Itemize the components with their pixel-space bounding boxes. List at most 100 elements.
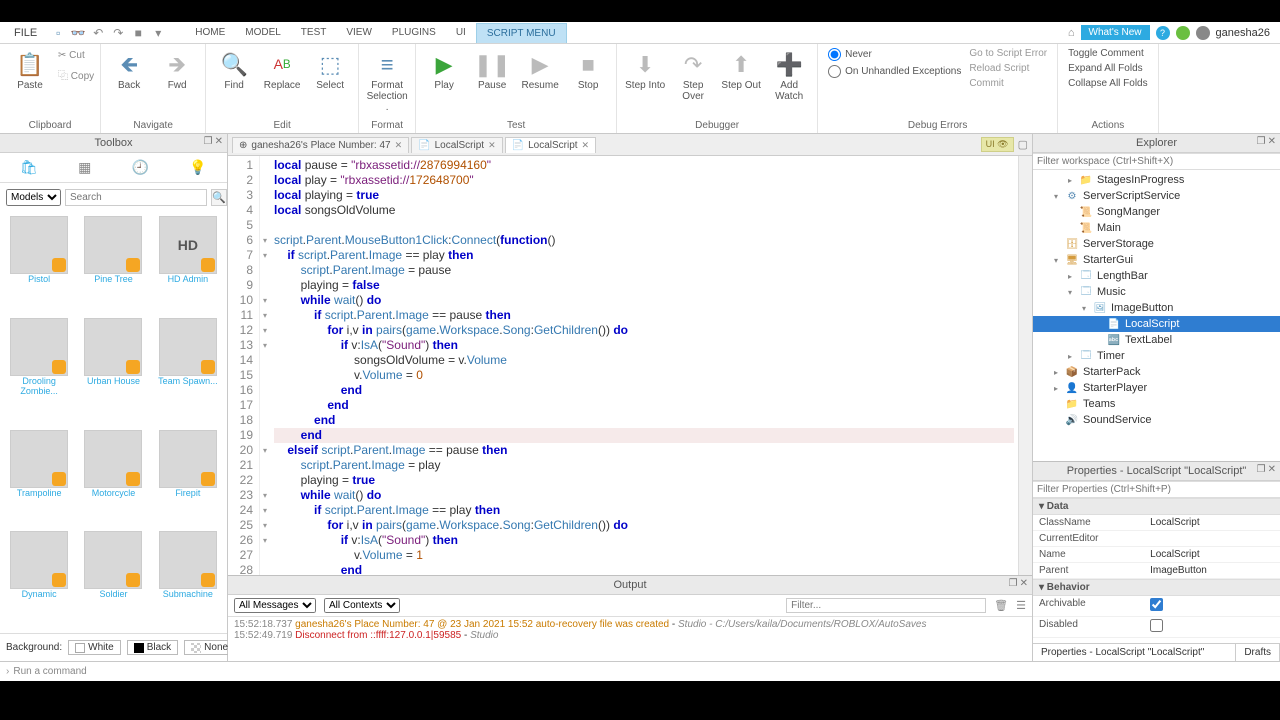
notifications-icon[interactable]	[1196, 26, 1210, 40]
toolbox-search-input[interactable]	[65, 189, 207, 206]
tree-node[interactable]: ▸🗔LengthBar	[1033, 268, 1280, 284]
cut-button[interactable]: ✂ Cut	[58, 50, 94, 61]
tab-ui[interactable]: UI	[446, 23, 476, 43]
stop-button[interactable]: ■Stop	[566, 46, 610, 91]
toolbox-item[interactable]: Trampoline	[4, 430, 74, 528]
toolbox-item[interactable]: Dynamic	[4, 531, 74, 629]
qat-save-icon[interactable]: ■	[131, 26, 145, 40]
add-watch-button[interactable]: ➕Add Watch	[767, 46, 811, 102]
tree-node[interactable]: ▾🖥StarterGui	[1033, 252, 1280, 268]
tree-node[interactable]: 📄LocalScript	[1033, 316, 1280, 332]
goto-error-link[interactable]: Go to Script Error	[969, 48, 1047, 59]
bg-black-button[interactable]: Black	[127, 640, 178, 655]
editor-scrollbar[interactable]	[1018, 156, 1032, 575]
output-settings-icon[interactable]: ☰	[1016, 599, 1026, 612]
close-icon[interactable]: ✕	[395, 140, 403, 151]
qat-new-icon[interactable]: ▫	[51, 26, 65, 40]
expand-folds-link[interactable]: Expand All Folds	[1068, 63, 1147, 74]
toolbox-item[interactable]: Motorcycle	[78, 430, 148, 528]
resume-button[interactable]: ▶Resume	[518, 46, 562, 91]
commit-link[interactable]: Commit	[969, 78, 1047, 89]
tab-home[interactable]: HOME	[185, 23, 235, 43]
tab-test[interactable]: TEST	[291, 23, 337, 43]
code-editor[interactable]: 1234567891011121314151617181920212223242…	[228, 156, 1032, 575]
step-out-button[interactable]: ⬆Step Out	[719, 46, 763, 91]
toolbox-item[interactable]: Team Spawn...	[153, 318, 223, 426]
tab-script-menu[interactable]: SCRIPT MENU	[476, 23, 567, 43]
fwd-button[interactable]: 🡺Fwd	[155, 46, 199, 91]
toolbox-tab-creations-icon[interactable]: 💡	[189, 159, 206, 176]
help-icon[interactable]: ?	[1156, 26, 1170, 40]
document-tab[interactable]: 📄LocalScript✕	[505, 137, 596, 153]
step-over-button[interactable]: ↷Step Over	[671, 46, 715, 102]
toolbox-item[interactable]: Soldier	[78, 531, 148, 629]
property-row[interactable]: Disabled	[1033, 617, 1280, 638]
output-undock-icon[interactable]: ❐	[1009, 578, 1018, 589]
output-clear-icon[interactable]: 🗑	[994, 599, 1008, 612]
tree-node[interactable]: 📜SongManger	[1033, 204, 1280, 220]
sync-icon[interactable]	[1176, 26, 1190, 40]
output-context-select[interactable]: All Contexts	[324, 598, 400, 613]
explorer-undock-icon[interactable]: ❐	[1257, 136, 1266, 147]
tab-overflow-icon[interactable]: ▢	[1018, 138, 1028, 151]
paste-button[interactable]: 📋Paste	[6, 46, 54, 91]
close-icon[interactable]: ✕	[582, 140, 590, 151]
output-filter-input[interactable]	[786, 598, 986, 613]
property-row[interactable]: ParentImageButton	[1033, 563, 1280, 579]
toolbox-item[interactable]: Drooling Zombie...	[4, 318, 74, 426]
close-icon[interactable]: ✕	[488, 140, 496, 151]
qat-more-icon[interactable]: ▾	[151, 26, 165, 40]
properties-filter-input[interactable]	[1033, 481, 1280, 498]
property-row[interactable]: NameLocalScript	[1033, 547, 1280, 563]
whats-new-button[interactable]: What's New	[1081, 25, 1150, 40]
toolbox-undock-icon[interactable]: ❐	[204, 136, 213, 147]
qat-undo-icon[interactable]: ↶	[91, 26, 105, 40]
props-close-icon[interactable]: ✕	[1268, 464, 1276, 475]
format-selection-button[interactable]: ≡Format Selection .	[365, 46, 409, 113]
toggle-comment-link[interactable]: Toggle Comment	[1068, 48, 1147, 59]
toolbox-item[interactable]: Pine Tree	[78, 216, 148, 314]
never-radio[interactable]: Never	[828, 48, 961, 61]
props-undock-icon[interactable]: ❐	[1257, 464, 1266, 475]
find-button[interactable]: 🔍Find	[212, 46, 256, 91]
property-row[interactable]: Archivable	[1033, 596, 1280, 617]
toolbox-item[interactable]: HDHD Admin	[153, 216, 223, 314]
file-menu[interactable]: FILE	[4, 24, 47, 42]
tree-node[interactable]: ▸👤StarterPlayer	[1033, 380, 1280, 396]
tree-node[interactable]: 📜Main	[1033, 220, 1280, 236]
props-tab-drafts[interactable]: Drafts	[1236, 644, 1280, 661]
document-tab[interactable]: ⊕ganesha26's Place Number: 47✕	[232, 137, 409, 153]
unhandled-radio[interactable]: On Unhandled Exceptions	[828, 65, 961, 78]
property-row[interactable]: CurrentEditor	[1033, 531, 1280, 547]
tab-model[interactable]: MODEL	[235, 23, 291, 43]
toolbox-item[interactable]: Firepit	[153, 430, 223, 528]
tree-node[interactable]: ▸📁StagesInProgress	[1033, 172, 1280, 188]
tab-plugins[interactable]: PLUGINS	[382, 23, 446, 43]
toolbox-tab-inventory-icon[interactable]: ▦	[78, 159, 91, 176]
reload-script-link[interactable]: Reload Script	[969, 63, 1047, 74]
user-label[interactable]: ganesha26	[1216, 27, 1270, 39]
tree-node[interactable]: 🗄ServerStorage	[1033, 236, 1280, 252]
explorer-close-icon[interactable]: ✕	[1268, 136, 1276, 147]
tree-node[interactable]: 📁Teams	[1033, 396, 1280, 412]
tree-node[interactable]: ▸📦StarterPack	[1033, 364, 1280, 380]
command-bar[interactable]: ›Run a command	[0, 661, 1280, 681]
tree-node[interactable]: ▸🗔Timer	[1033, 348, 1280, 364]
toolbox-item[interactable]: Submachine	[153, 531, 223, 629]
play-button[interactable]: ▶Play	[422, 46, 466, 91]
explorer-tree[interactable]: ▸📁StagesInProgress▾⚙ServerScriptService📜…	[1033, 170, 1280, 461]
document-tab[interactable]: 📄LocalScript✕	[411, 137, 502, 153]
tree-node[interactable]: 🔊SoundService	[1033, 412, 1280, 428]
pause-button[interactable]: ❚❚Pause	[470, 46, 514, 91]
output-close-icon[interactable]: ✕	[1020, 578, 1028, 589]
ui-indicator[interactable]: UI 👁	[981, 137, 1014, 152]
property-row[interactable]: ClassNameLocalScript	[1033, 515, 1280, 531]
collapse-folds-link[interactable]: Collapse All Folds	[1068, 78, 1147, 89]
updates-icon[interactable]: ⌂	[1068, 27, 1075, 39]
tree-node[interactable]: ▾🖼ImageButton	[1033, 300, 1280, 316]
back-button[interactable]: 🡸Back	[107, 46, 151, 91]
qat-binoculars-icon[interactable]: 👓	[71, 26, 85, 40]
tree-node[interactable]: 🔤TextLabel	[1033, 332, 1280, 348]
toolbox-item[interactable]: Urban House	[78, 318, 148, 426]
select-button[interactable]: ⬚Select	[308, 46, 352, 91]
